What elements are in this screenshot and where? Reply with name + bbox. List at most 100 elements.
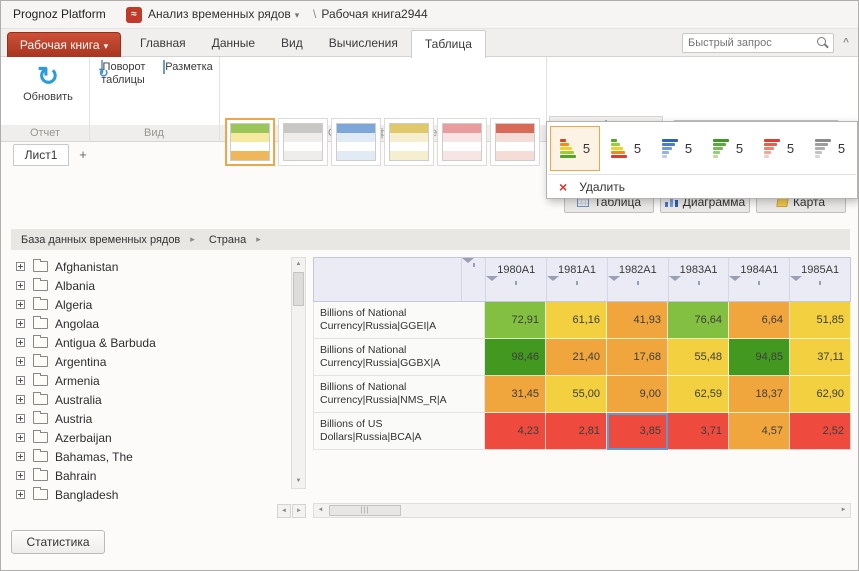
delete-formatting-menu-item[interactable]: ×Удалить bbox=[548, 175, 856, 199]
column-header-1985[interactable]: 1985A1 bbox=[789, 258, 850, 301]
tree-item-armenia[interactable]: Armenia bbox=[11, 371, 289, 390]
scrollbar-thumb[interactable]: ||| bbox=[329, 505, 401, 516]
expand-icon[interactable] bbox=[16, 433, 25, 442]
expand-icon[interactable] bbox=[16, 452, 25, 461]
quick-search-box[interactable] bbox=[682, 33, 834, 53]
row-header[interactable]: Billions of NationalCurrency|Russia|GGBX… bbox=[313, 339, 461, 376]
data-cell-selected[interactable]: 3,85 bbox=[607, 413, 668, 450]
data-cell[interactable]: 21,40 bbox=[546, 339, 607, 376]
expand-icon[interactable] bbox=[16, 300, 25, 309]
table-style-option-2[interactable] bbox=[278, 118, 328, 166]
filter-icon[interactable] bbox=[462, 258, 485, 267]
tree-vertical-scrollbar[interactable]: ▲ ▼ bbox=[291, 257, 306, 489]
data-cell[interactable]: 76,64 bbox=[668, 302, 729, 339]
data-cell[interactable]: 6,64 bbox=[729, 302, 790, 339]
data-cell[interactable]: 3,71 bbox=[668, 413, 729, 450]
color-scale-option-3[interactable]: 5 bbox=[652, 126, 702, 171]
expand-icon[interactable] bbox=[16, 338, 25, 347]
expand-icon[interactable] bbox=[16, 376, 25, 385]
expand-icon[interactable] bbox=[16, 414, 25, 423]
workbook-menu-button[interactable]: Рабочая книга▾ bbox=[7, 32, 121, 57]
scroll-up-icon[interactable]: ▲ bbox=[292, 258, 305, 271]
color-scale-option-6[interactable]: 5 bbox=[805, 126, 855, 171]
data-cell[interactable]: 2,81 bbox=[546, 413, 607, 450]
column-header-1983[interactable]: 1983A1 bbox=[668, 258, 729, 301]
color-scale-option-5[interactable]: 5 bbox=[754, 126, 804, 171]
filter-icon[interactable] bbox=[790, 276, 850, 285]
breadcrumb-arrow-icon[interactable]: ▸ bbox=[186, 234, 199, 245]
scroll-right-icon[interactable]: ► bbox=[837, 504, 850, 517]
data-cell[interactable]: 62,90 bbox=[790, 376, 851, 413]
data-cell[interactable]: 62,59 bbox=[668, 376, 729, 413]
filter-icon[interactable] bbox=[608, 276, 668, 285]
pivot-table-button[interactable]: ↻ Поворот таблицы bbox=[91, 61, 155, 87]
tab-vid[interactable]: Вид bbox=[268, 30, 316, 57]
tree-item-azerbaijan[interactable]: Azerbaijan bbox=[11, 428, 289, 447]
expand-icon[interactable] bbox=[16, 357, 25, 366]
collapse-ribbon-icon[interactable]: ^ bbox=[839, 36, 853, 50]
data-cell[interactable]: 37,11 bbox=[790, 339, 851, 376]
breadcrumb-arrow-icon[interactable]: ▸ bbox=[252, 234, 265, 245]
row-header[interactable]: Billions of NationalCurrency|Russia|GGEI… bbox=[313, 302, 461, 339]
tree-item-antigua[interactable]: Antigua & Barbuda bbox=[11, 333, 289, 352]
scrollbar-thumb[interactable] bbox=[293, 272, 304, 306]
table-style-option-1[interactable] bbox=[225, 118, 275, 166]
breadcrumb-item-country[interactable]: Страна bbox=[199, 234, 252, 246]
data-cell[interactable]: 4,57 bbox=[729, 413, 790, 450]
filter-icon[interactable] bbox=[669, 276, 729, 285]
tab-glavnaya[interactable]: Главная bbox=[127, 30, 199, 57]
breadcrumb-item-database[interactable]: База данных временных рядов bbox=[11, 234, 186, 246]
table-horizontal-scrollbar[interactable]: ◄ ||| ► bbox=[313, 503, 851, 518]
data-cell[interactable]: 18,37 bbox=[729, 376, 790, 413]
scroll-left-icon[interactable]: ◄ bbox=[314, 504, 327, 517]
tree-item-angola[interactable]: Angolaa bbox=[11, 314, 289, 333]
tree-item-afghanistan[interactable]: Afghanistan bbox=[11, 257, 289, 276]
data-cell[interactable]: 4,23 bbox=[485, 413, 546, 450]
tree-item-bangladesh[interactable]: Bangladesh bbox=[11, 485, 289, 504]
table-style-option-4[interactable] bbox=[384, 118, 434, 166]
data-cell[interactable]: 41,93 bbox=[607, 302, 668, 339]
data-cell[interactable]: 31,45 bbox=[485, 376, 546, 413]
tree-item-austria[interactable]: Austria bbox=[11, 409, 289, 428]
tree-item-algeria[interactable]: Algeria bbox=[11, 295, 289, 314]
tree-scroll-right-icon[interactable]: ► bbox=[292, 504, 306, 518]
color-scale-option-1[interactable]: 5 bbox=[550, 126, 600, 171]
column-header-1982[interactable]: 1982A1 bbox=[607, 258, 668, 301]
tree-item-bahamas[interactable]: Bahamas, The bbox=[11, 447, 289, 466]
data-cell[interactable]: 55,00 bbox=[546, 376, 607, 413]
add-sheet-button[interactable]: + bbox=[71, 144, 95, 166]
filter-icon[interactable] bbox=[729, 276, 789, 285]
tree-item-albania[interactable]: Albania bbox=[11, 276, 289, 295]
search-input[interactable] bbox=[683, 34, 811, 52]
data-cell[interactable]: 94,85 bbox=[729, 339, 790, 376]
data-cell[interactable]: 61,16 bbox=[546, 302, 607, 339]
column-header-1980[interactable]: 1980A1 bbox=[485, 258, 546, 301]
expand-icon[interactable] bbox=[16, 262, 25, 271]
color-scale-option-2[interactable]: 5 bbox=[601, 126, 651, 171]
tree-item-bahrain[interactable]: Bahrain bbox=[11, 466, 289, 485]
refresh-button[interactable]: ↻ Обновить bbox=[15, 61, 81, 104]
document-menu[interactable]: Анализ временных рядов▾ bbox=[148, 1, 299, 29]
table-style-option-3[interactable] bbox=[331, 118, 381, 166]
data-cell[interactable]: 17,68 bbox=[607, 339, 668, 376]
statistics-button[interactable]: Статистика bbox=[11, 530, 105, 554]
data-cell[interactable]: 55,48 bbox=[668, 339, 729, 376]
tree-item-australia[interactable]: Australia bbox=[11, 390, 289, 409]
column-header-1981[interactable]: 1981A1 bbox=[546, 258, 607, 301]
tab-vychisleniya[interactable]: Вычисления bbox=[316, 30, 411, 57]
color-scale-option-4[interactable]: 5 bbox=[703, 126, 753, 171]
tree-item-argentina[interactable]: Argentina bbox=[11, 352, 289, 371]
tab-tablitsa[interactable]: Таблица bbox=[411, 30, 486, 58]
expand-icon[interactable] bbox=[16, 471, 25, 480]
column-header-1984[interactable]: 1984A1 bbox=[728, 258, 789, 301]
layout-button[interactable]: Разметка bbox=[159, 61, 217, 74]
row-header[interactable]: Billions of USDollars|Russia|BCA|A bbox=[313, 413, 461, 450]
data-cell[interactable]: 9,00 bbox=[607, 376, 668, 413]
tree-scroll-left-icon[interactable]: ◄ bbox=[277, 504, 291, 518]
expand-icon[interactable] bbox=[16, 319, 25, 328]
tab-dannye[interactable]: Данные bbox=[199, 30, 268, 57]
expand-icon[interactable] bbox=[16, 490, 25, 499]
table-style-option-6[interactable] bbox=[490, 118, 540, 166]
sheet-tab-list1[interactable]: Лист1 bbox=[13, 144, 69, 166]
data-cell[interactable]: 2,52 bbox=[790, 413, 851, 450]
